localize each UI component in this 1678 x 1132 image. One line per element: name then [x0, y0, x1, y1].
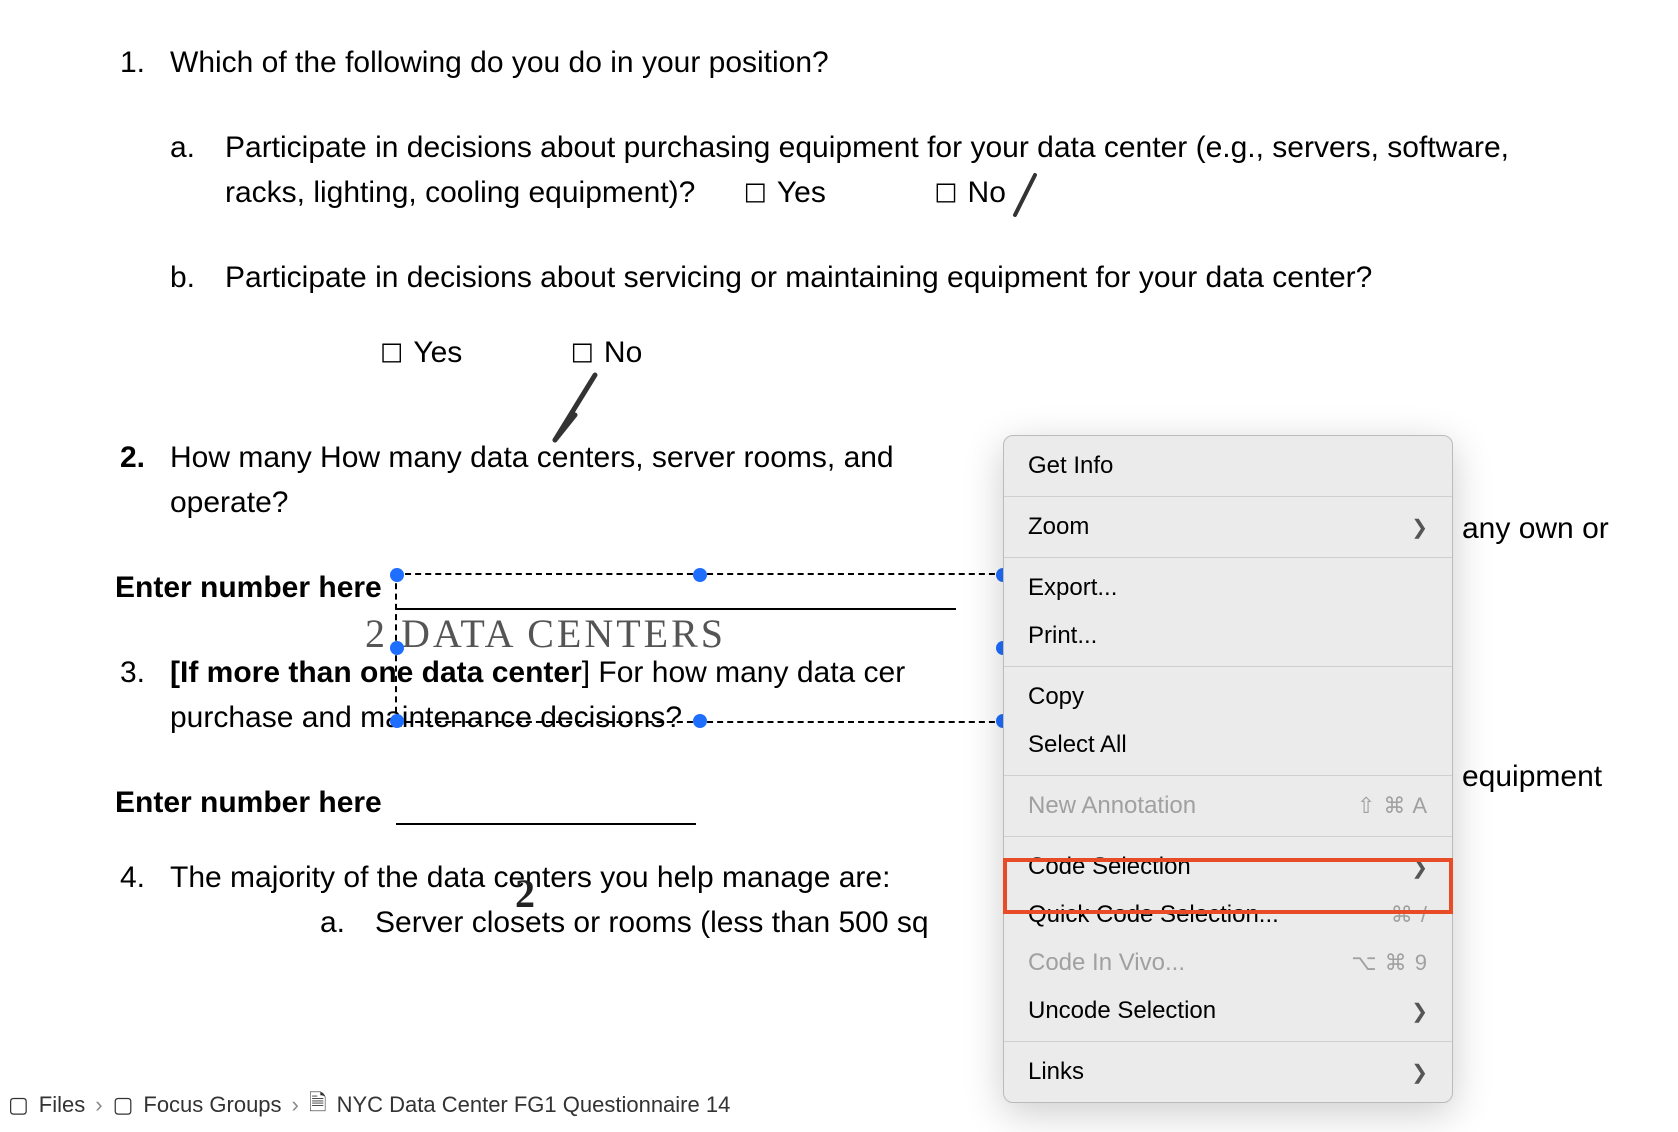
chevron-right-icon: ❯: [1411, 999, 1428, 1024]
shortcut-label: ⇧ ⌘ A: [1357, 793, 1428, 819]
q2-overflow-text: any own or: [1462, 512, 1609, 546]
checkbox-icon: ☐: [744, 179, 767, 209]
q1b-letter: b.: [170, 255, 225, 300]
menu-code-in-vivo: Code In Vivo...⌥ ⌘ 9: [1004, 939, 1452, 987]
selection-rectangle[interactable]: [395, 573, 1005, 723]
breadcrumb: ▢ Files › ▢ Focus Groups › 🗎 NYC Data Ce…: [8, 1086, 730, 1124]
menu-new-annotation: New Annotation⇧ ⌘ A: [1004, 782, 1452, 830]
q4a-letter: a.: [320, 900, 375, 945]
breadcrumb-item[interactable]: Focus Groups: [143, 1092, 281, 1118]
menu-print[interactable]: Print...: [1004, 612, 1452, 660]
handwritten-check-q1b: [540, 370, 610, 450]
q3-overflow-text: equipment: [1462, 760, 1602, 794]
q3-answer-field[interactable]: [396, 785, 696, 825]
pdf-icon: 🗎: [309, 1086, 327, 1124]
menu-zoom[interactable]: Zoom❯: [1004, 503, 1452, 551]
shortcut-label: ⌥ ⌘ 9: [1351, 950, 1428, 976]
resize-handle[interactable]: [390, 568, 404, 582]
breadcrumb-item[interactable]: Files: [39, 1092, 85, 1118]
shortcut-label: ⌘ /: [1391, 902, 1428, 928]
q1b-text: Participate in decisions about servicing…: [225, 255, 1558, 300]
q1a-letter: a.: [170, 125, 225, 170]
menu-code-selection[interactable]: Code Selection❯: [1004, 843, 1452, 891]
checkbox-icon: ☐: [571, 339, 594, 369]
chevron-right-icon: ›: [95, 1092, 102, 1118]
menu-copy[interactable]: Copy: [1004, 673, 1452, 721]
menu-export[interactable]: Export...: [1004, 564, 1452, 612]
q1a-text: Participate in decisions about purchasin…: [225, 125, 1558, 215]
q1b-no[interactable]: ☐No: [571, 330, 703, 375]
menu-links[interactable]: Links❯: [1004, 1048, 1452, 1096]
resize-handle[interactable]: [693, 568, 707, 582]
menu-separator: [1004, 836, 1452, 837]
menu-separator: [1004, 496, 1452, 497]
checkbox-icon: ☐: [934, 179, 957, 209]
menu-separator: [1004, 1041, 1452, 1042]
menu-select-all[interactable]: Select All: [1004, 721, 1452, 769]
folder-icon: ▢: [8, 1092, 29, 1118]
handwritten-answer-q3: 2: [515, 870, 538, 917]
checkbox-icon: ☐: [380, 339, 403, 369]
menu-uncode[interactable]: Uncode Selection❯: [1004, 987, 1452, 1035]
handwritten-check-q1a: [1000, 170, 1050, 230]
question-1: 1. Which of the following do you do in y…: [120, 40, 1558, 375]
chevron-right-icon: ›: [292, 1092, 299, 1118]
folder-icon: ▢: [113, 1092, 134, 1118]
q1-text: Which of the following do you do in your…: [170, 40, 1558, 85]
q1a-yes[interactable]: ☐Yes: [744, 170, 886, 215]
resize-handle[interactable]: [390, 641, 404, 655]
resize-handle[interactable]: [390, 714, 404, 728]
breadcrumb-item[interactable]: NYC Data Center FG1 Questionnaire 14: [337, 1092, 731, 1118]
chevron-right-icon: ❯: [1411, 855, 1428, 880]
resize-handle[interactable]: [693, 714, 707, 728]
q1-number: 1.: [120, 40, 170, 85]
menu-separator: [1004, 775, 1452, 776]
menu-separator: [1004, 557, 1452, 558]
q1b-yes[interactable]: ☐Yes: [380, 330, 522, 375]
q4-number: 4.: [120, 855, 170, 900]
menu-separator: [1004, 666, 1452, 667]
menu-get-info[interactable]: Get Info: [1004, 442, 1452, 490]
chevron-right-icon: ❯: [1411, 515, 1428, 540]
menu-quick-code[interactable]: Quick Code Selection...⌘ /: [1004, 891, 1452, 939]
q2-number: 2.: [120, 435, 170, 480]
chevron-right-icon: ❯: [1411, 1060, 1428, 1085]
context-menu: Get Info Zoom❯ Export... Print... Copy S…: [1003, 435, 1453, 1103]
q3-number: 3.: [120, 650, 170, 695]
